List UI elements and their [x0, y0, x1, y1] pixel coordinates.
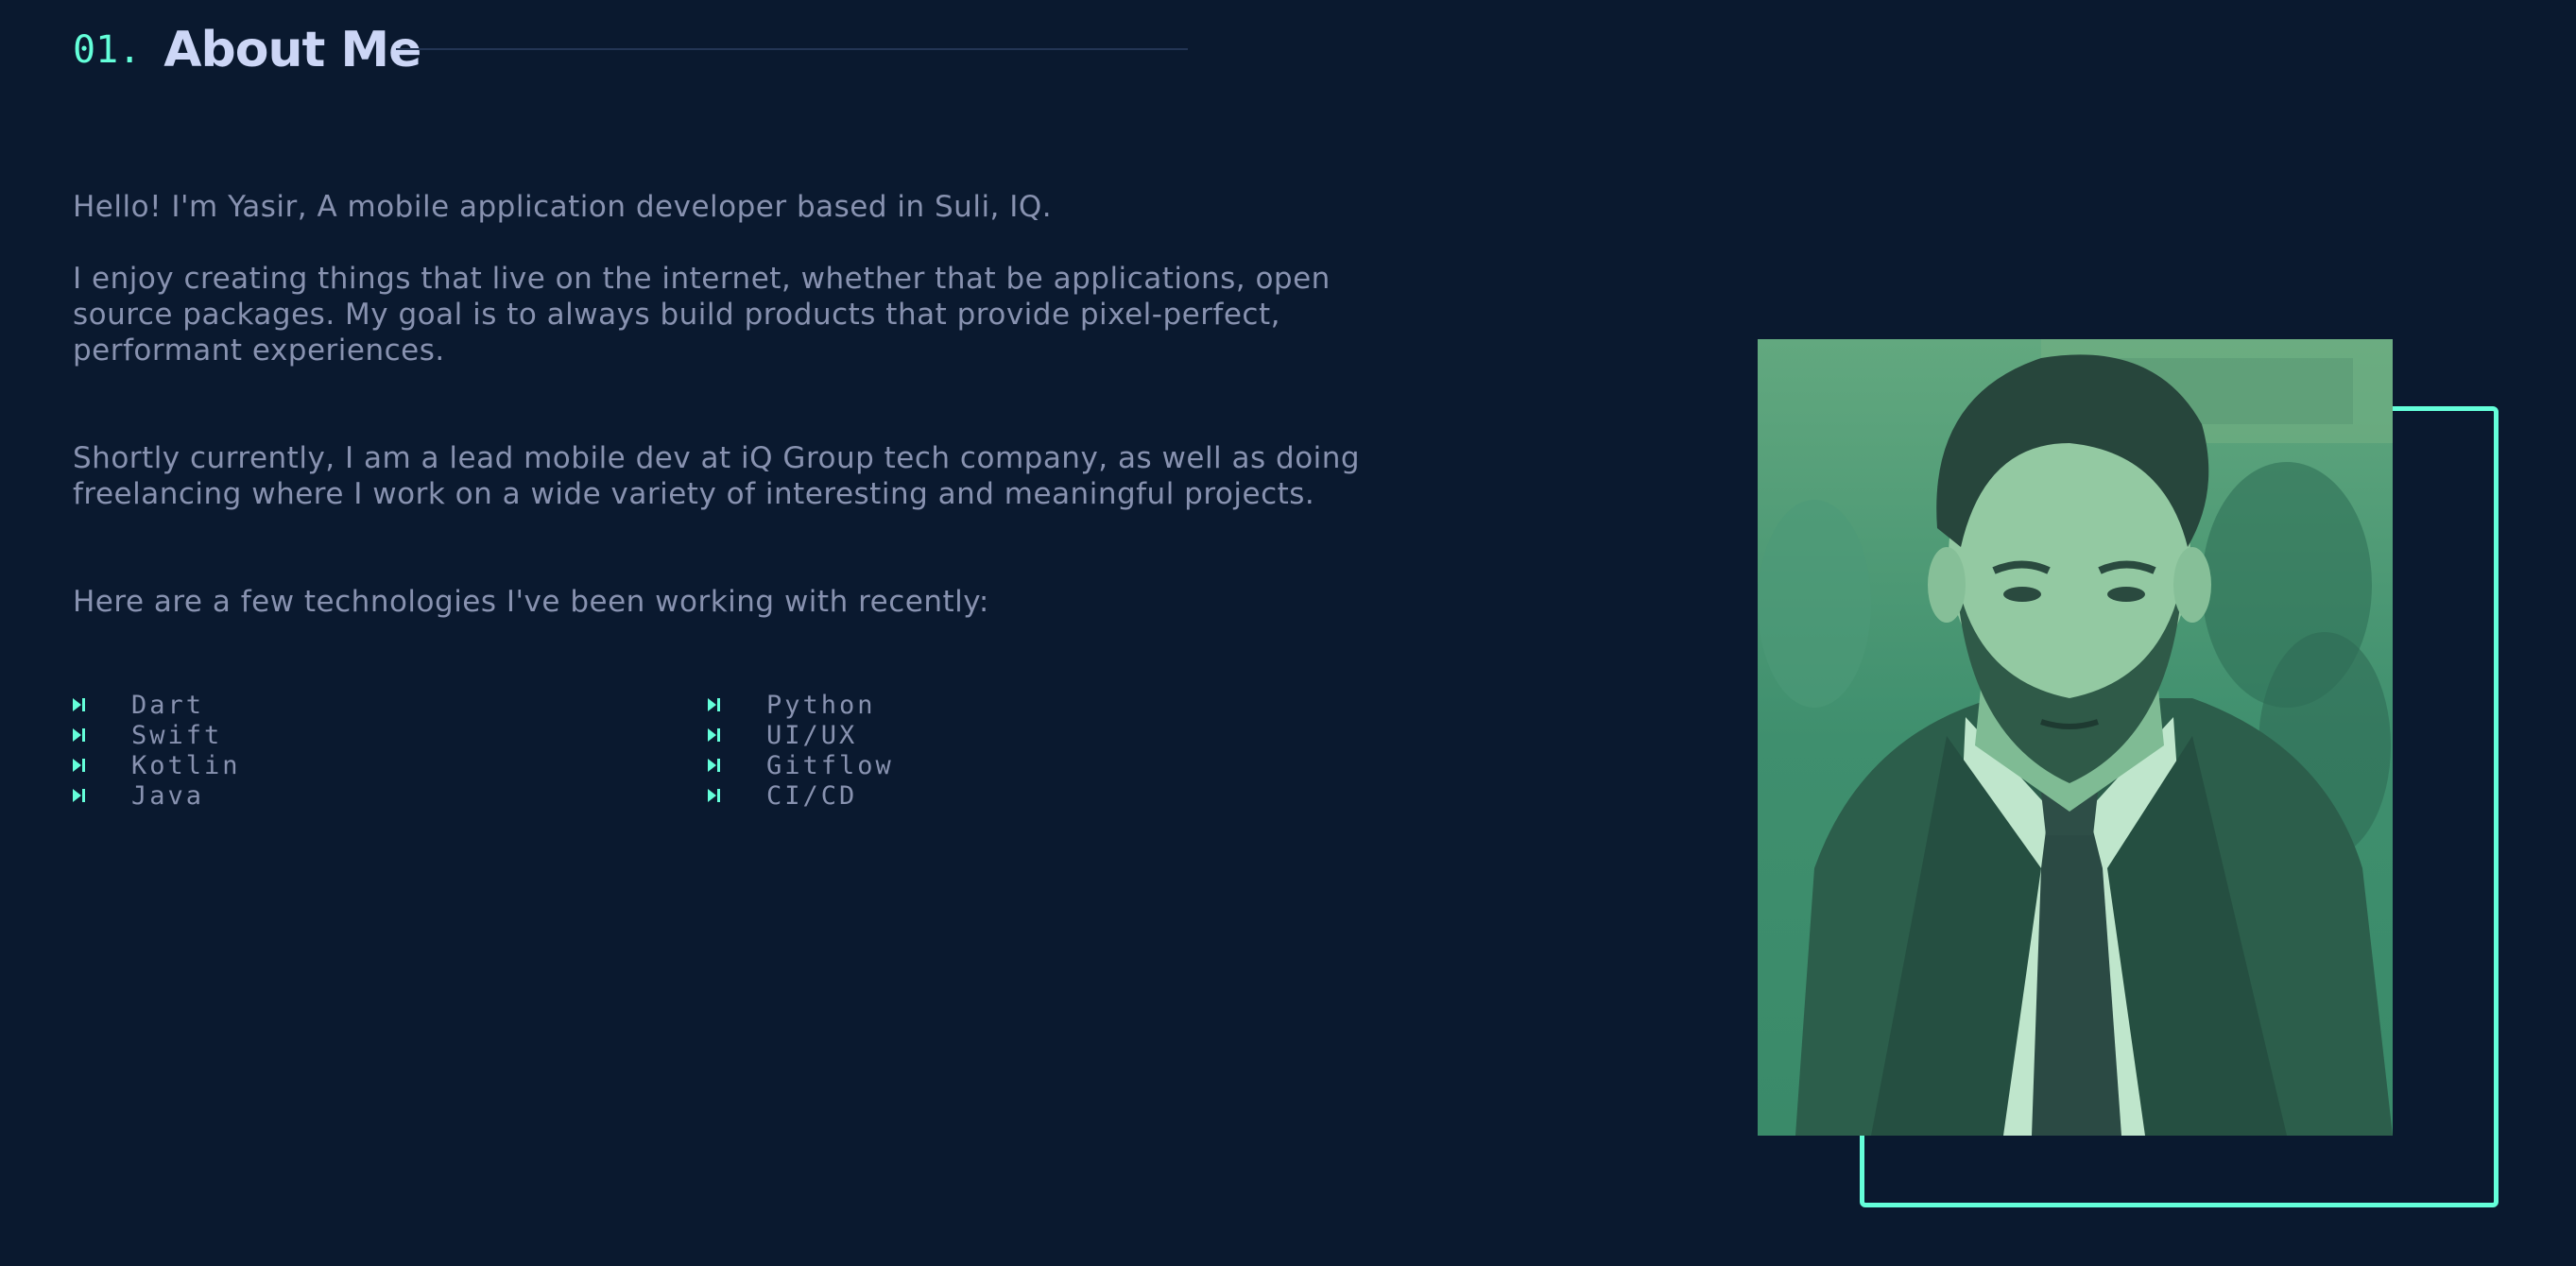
technology-list: Dart Swift Kotlin Java Python UI/UX Gitf…: [73, 690, 1396, 811]
technology-item: CI/CD: [708, 780, 1343, 811]
technology-item: Java: [73, 780, 708, 811]
about-paragraph-intro: Hello! I'm Yasir, A mobile application d…: [73, 190, 1053, 224]
play-next-icon: [73, 698, 85, 711]
section-title: About Me: [163, 22, 421, 78]
technology-item: Python: [708, 690, 1343, 720]
profile-photo[interactable]: [1758, 339, 2393, 1136]
technology-label: UI/UX: [766, 720, 858, 750]
technology-label: Python: [766, 690, 876, 720]
play-next-icon: [708, 759, 720, 772]
about-paragraph-goals: I enjoy creating things that live on the…: [73, 262, 1331, 368]
technology-label: Gitflow: [766, 750, 894, 780]
technology-label: CI/CD: [766, 780, 858, 811]
play-next-icon: [708, 698, 720, 711]
play-next-icon: [73, 789, 85, 802]
technology-item: Gitflow: [708, 750, 1343, 780]
technology-item: Swift: [73, 720, 708, 750]
play-next-icon: [708, 789, 720, 802]
section-header: 01. About Me: [73, 19, 421, 81]
technology-label: Dart: [131, 690, 205, 720]
technology-label: Swift: [131, 720, 223, 750]
about-paragraph-tech-intro: Here are a few technologies I've been wo…: [73, 585, 989, 619]
profile-photo-illustration: [1758, 339, 2393, 1136]
technology-label: Kotlin: [131, 750, 241, 780]
section-divider: [396, 48, 1188, 50]
section-number: 01.: [73, 28, 142, 72]
play-next-icon: [73, 759, 85, 772]
play-next-icon: [708, 728, 720, 742]
technology-label: Java: [131, 780, 205, 811]
about-paragraph-work: Shortly currently, I am a lead mobile de…: [73, 441, 1361, 511]
technology-item: Dart: [73, 690, 708, 720]
technology-item: UI/UX: [708, 720, 1343, 750]
technology-item: Kotlin: [73, 750, 708, 780]
play-next-icon: [73, 728, 85, 742]
